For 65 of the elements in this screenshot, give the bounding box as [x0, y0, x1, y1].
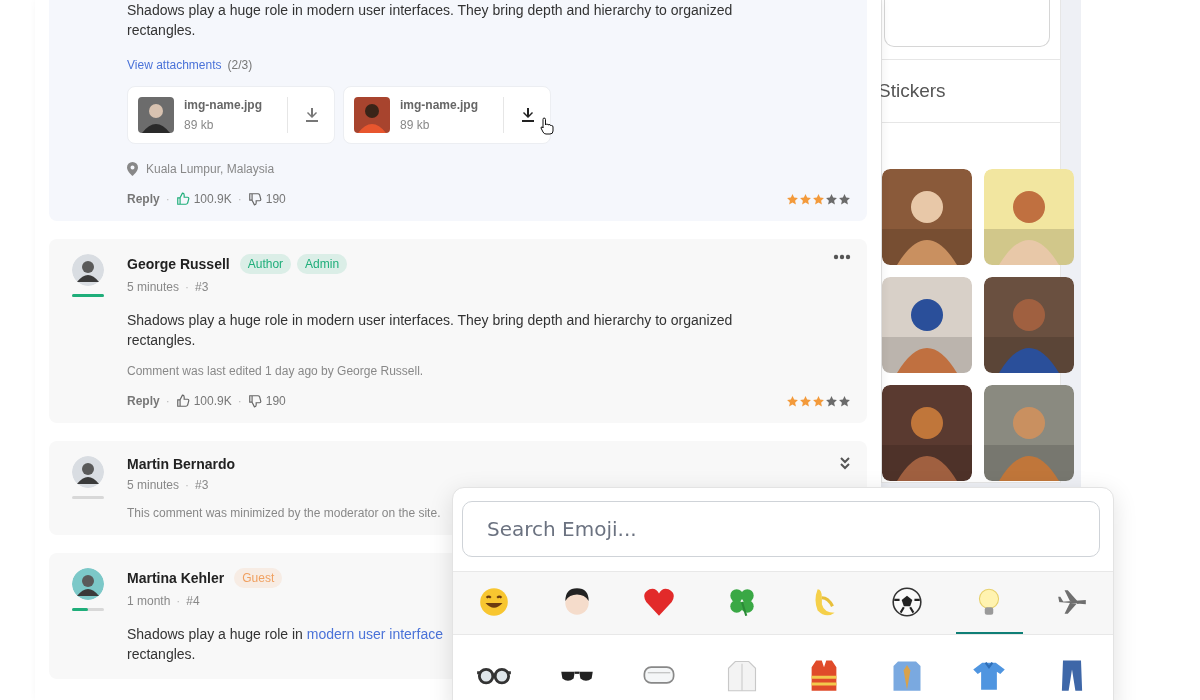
star-icon — [799, 394, 812, 408]
star-icon — [825, 192, 838, 206]
star-icon — [812, 394, 825, 408]
avatar — [72, 254, 104, 286]
separator-dot: · — [165, 192, 170, 206]
attachment-count: (2/3) — [227, 58, 253, 72]
comment-time: 1 month — [127, 594, 171, 608]
star-icon — [786, 394, 799, 408]
star-icon — [812, 192, 825, 206]
author-name: Martin Bernardo — [127, 456, 236, 472]
thumbs-up-icon[interactable] — [175, 192, 190, 206]
file-name: img-name.jpg — [184, 98, 263, 112]
location-text: Kuala Lumpur, Malaysia — [146, 162, 275, 176]
star-icon — [838, 192, 851, 206]
role-badge: Admin — [297, 254, 348, 274]
file-size: 89 kb — [400, 118, 431, 132]
gif-search-field[interactable] — [884, 0, 1050, 47]
comment-number: #3 — [195, 280, 209, 294]
comment-time: 5 minutes — [127, 478, 180, 492]
dislike-count: 190 — [265, 192, 286, 206]
double-chevron-icon[interactable] — [839, 456, 851, 470]
location-pin-icon — [127, 162, 138, 176]
attachments-link[interactable]: View attachments — [127, 58, 222, 72]
file-name: img-name.jpg — [400, 98, 479, 112]
thumbs-up-icon[interactable] — [175, 394, 190, 408]
comment-number: #4 — [186, 594, 200, 608]
thumbs-down-icon[interactable] — [247, 192, 262, 206]
attachment-card[interactable]: img-name.jpg 89 kb — [343, 86, 551, 144]
more-icon[interactable] — [833, 254, 851, 260]
comment-number: #3 — [195, 478, 209, 492]
author-name: Martina Kehler — [127, 570, 225, 586]
file-size: 89 kb — [184, 118, 215, 132]
separator-dot: · — [176, 594, 181, 608]
separator-dot: · — [185, 280, 190, 294]
star-rating[interactable] — [786, 192, 851, 206]
separator-dot: · — [185, 478, 190, 492]
star-icon — [786, 192, 799, 206]
separator-dot: · — [237, 192, 242, 206]
thumbs-down-icon[interactable] — [247, 394, 262, 408]
role-badge: Guest — [234, 568, 283, 588]
role-badge: Author — [239, 254, 292, 274]
star-icon — [799, 192, 812, 206]
dislike-count: 190 — [265, 394, 286, 408]
stickers-tab[interactable]: Stickers — [878, 80, 946, 101]
avatar — [72, 568, 104, 600]
download-icon[interactable] — [520, 107, 536, 123]
like-count: 100.9K — [193, 192, 232, 206]
emoji-search-field[interactable]: Search Emoji... — [462, 501, 1100, 557]
comment-text: Shadows play a huge role in modern user interfaces. They bring depth and hierarchy to organized rectangles. — [127, 1, 734, 40]
star-rating[interactable] — [786, 394, 851, 408]
comment-time: 5 minutes — [127, 280, 180, 294]
comment-note: This comment was minimized by the moderator on the site. — [127, 506, 442, 520]
star-icon — [825, 394, 838, 408]
author-name: George Russell — [127, 256, 230, 272]
attachment-card[interactable]: img-name.jpg 89 kb — [127, 86, 335, 144]
comment-note: Comment was last edited 1 day ago by George Russell. — [127, 364, 425, 378]
separator-dot: · — [165, 394, 170, 408]
text-link[interactable]: modern user interface — [306, 626, 443, 642]
separator-dot: · — [237, 394, 242, 408]
reply-link[interactable]: Reply — [127, 394, 160, 408]
avatar — [72, 456, 104, 488]
star-icon — [838, 394, 851, 408]
comment-text: Shadows play a huge role in modern user interfaces. They bring depth and hierarchy to organized rectangles. — [127, 311, 734, 350]
reply-link[interactable]: Reply — [127, 192, 160, 206]
like-count: 100.9K — [193, 394, 232, 408]
